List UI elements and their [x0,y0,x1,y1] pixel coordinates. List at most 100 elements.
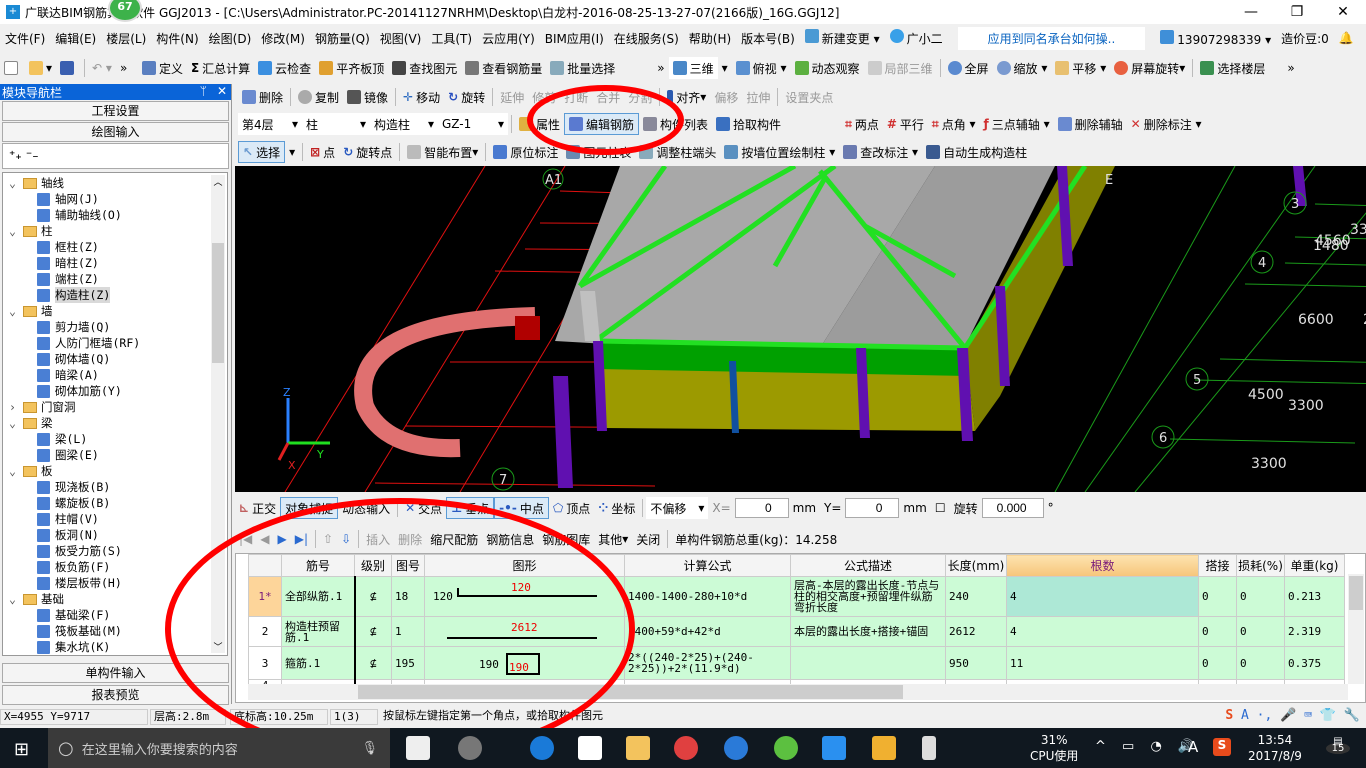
rebar-shape-cell[interactable]: 2612 [424,616,625,647]
chevron-down-icon[interactable]: ⌄ [9,176,23,190]
intersection-snap[interactable]: ✕ 交点 [401,497,446,519]
app-icon-active[interactable] [822,736,846,760]
menu-rebar-qty[interactable]: 钢筋量(Q) [310,30,375,47]
first-record-button[interactable]: |◀ [235,528,256,550]
tip-link[interactable]: 应用到同名承台如何操.. [957,26,1146,50]
draw-by-wall-button[interactable]: 按墙位置绘制柱 ▾ [720,141,839,163]
chevron-down-icon[interactable]: ⌄ [9,416,23,430]
scroll-down-icon[interactable]: ﹀ [211,640,225,653]
rotate-button[interactable]: ↻ 旋转 [444,86,489,108]
edge-icon[interactable] [530,736,554,760]
table-row[interactable]: 1* 全部纵筋.1 ⊈ 18 120 120 1400-1400-280+10*d 层高-本层… [248,576,1345,617]
help-icon[interactable] [922,736,936,760]
tree-group[interactable]: ⌄ 柱 [9,223,53,239]
cloud-check-button[interactable]: 云检查 [254,57,315,79]
object-snap-toggle[interactable]: 对象捕捉 [280,497,339,519]
bell-icon[interactable]: 🔔 [1334,31,1359,45]
3d-viewport[interactable]: A1 E 3 4 5 6 7 3300 3300 4560 1480 6600 … [235,166,1366,492]
rotate-point-button[interactable]: ↻ 旋转点 [339,141,396,163]
tree-item[interactable]: 框柱(Z) [37,239,99,255]
select-dropdown[interactable]: ▾ [285,141,299,163]
rebar-shape-cell[interactable]: 190 190 [424,646,625,680]
tree-item[interactable]: 轴网(J) [37,191,99,207]
menu-edit[interactable]: 编辑(E) [50,30,101,47]
component-list-button[interactable]: 构件列表 [639,113,712,135]
cell-length[interactable]: 240 [945,576,1007,617]
windows-start-icon[interactable]: ⊞ [14,739,29,760]
menu-file[interactable]: 文件(F) [0,30,50,47]
column-header[interactable] [248,554,282,577]
tree-item[interactable]: 梁(L) [37,431,87,447]
table-row[interactable]: 3 箍筋.1 ⊈ 195 190 190 2*((240-2*25)+(240-2*25))… [248,646,1345,680]
cell-name[interactable]: 全部纵筋.1 [281,576,356,617]
file-explorer-icon[interactable] [626,736,650,760]
ime-indicator[interactable]: A [1188,738,1198,756]
tree-group[interactable]: ⌄ 梁 [9,415,53,431]
tree-item[interactable]: 集水坑(K) [37,639,110,655]
select-button[interactable]: ↖ 选择 [238,141,286,163]
mirror-button[interactable]: 镜像 [343,86,392,108]
extend-button[interactable]: 延伸 [496,86,528,108]
local-3d-button[interactable]: 局部三维 [864,57,937,79]
menu-tools[interactable]: 工具(T) [426,30,477,47]
x-offset-input[interactable] [734,498,789,518]
chevron-right-icon[interactable]: › [9,400,23,414]
floor-select[interactable]: 第4层 ▾ [238,113,302,135]
cell-weight[interactable]: 0.213 [1284,576,1345,617]
overflow-chevron[interactable]: » [116,57,138,79]
chevron-down-icon[interactable]: ⌄ [9,224,23,238]
tree-item[interactable]: 构造柱(Z) [37,287,111,303]
point-angle-button[interactable]: ⌗ 点角 ▾ [928,113,980,135]
cell-fig[interactable]: 1 [391,616,425,647]
report-preview-button[interactable]: 报表预览 [2,685,229,705]
cell-grade[interactable]: ⊈ [354,576,392,617]
glodon-icon-1[interactable] [674,736,698,760]
cell-length[interactable]: 950 [945,646,1007,680]
menu-component[interactable]: 构件(N) [151,30,203,47]
tree-item[interactable]: 圈梁(E) [37,447,99,463]
grid-hscroll-thumb[interactable] [358,685,903,699]
tree-item[interactable]: 暗梁(A) [37,367,99,383]
cell-weight[interactable]: 0.375 [1284,646,1345,680]
tree-group[interactable]: ⌄ 轴线 [9,175,64,191]
tree-item[interactable]: 辅助轴线(O) [37,207,122,223]
tree-item[interactable]: 板受力筋(S) [37,543,122,559]
pin-button[interactable]: ᛘ [200,84,207,98]
column-header[interactable]: 长度(mm) [945,554,1007,577]
tree-item[interactable]: 螺旋板(B) [37,495,110,511]
open-button[interactable]: ▾ [25,57,56,79]
cell-lap[interactable]: 0 [1198,576,1237,617]
batch-select-button[interactable]: 批量选择 [546,57,619,79]
cell-name[interactable]: 箍筋.1 [281,646,356,680]
pick-component-button[interactable]: 拾取构件 [712,113,785,135]
midpoint-snap[interactable]: -•- 中点 [494,497,549,519]
table-row[interactable]: 2 构造柱预留筋.1 ⊈ 1 2612 1400+59*d+42*d 本层的露出长度+搭接+… [248,616,1345,647]
model-canvas[interactable]: A1 E 3 4 5 6 7 3300 3300 4560 1480 6600 … [235,166,1366,492]
rebar-info-button[interactable]: 钢筋信息 [482,528,538,550]
menu-help[interactable]: 帮助(H) [684,30,736,47]
system-tray[interactable]: ^ ▭ ◔ 🔊 [1095,739,1200,754]
tree-item[interactable]: 砌体加筋(Y) [37,383,122,399]
rotate-angle-input[interactable] [981,498,1044,518]
define-button[interactable]: 定义 [138,57,187,79]
menu-floor[interactable]: 楼层(L) [101,30,151,47]
cell-desc[interactable] [790,646,946,680]
cell-grade[interactable]: ⊈ [354,646,392,680]
properties-button[interactable]: 属性 [515,113,564,135]
cell-desc[interactable]: 层高-本层的露出长度-节点与柱的相交高度+预留埋件纵筋弯折长度 [790,576,946,617]
top-view-button[interactable]: 俯视 ▾ [732,57,791,79]
tree-item[interactable]: 筏板基础(M) [37,623,122,639]
cell-grade[interactable]: ⊈ [354,616,392,647]
grid-hscroll[interactable] [248,684,1348,700]
cell-formula[interactable]: 2*((240-2*25)+(240-2*25))+2*(11.9*d) [624,646,791,680]
break-button[interactable]: 打断 [560,86,592,108]
next-record-button[interactable]: ▶ [274,528,291,550]
menu-modify[interactable]: 修改(M) [256,30,310,47]
tree-item[interactable]: 端柱(Z) [37,271,99,287]
find-element-button[interactable]: 查找图元 [388,57,461,79]
tree-item[interactable]: 基础梁(F) [37,607,110,623]
insert-row-button[interactable]: 插入 [362,528,394,550]
minimize-button[interactable]: — [1228,0,1274,24]
account-button[interactable]: 13907298339 ▾ [1155,29,1276,47]
dynamic-orbit-button[interactable]: 动态观察 [791,57,864,79]
